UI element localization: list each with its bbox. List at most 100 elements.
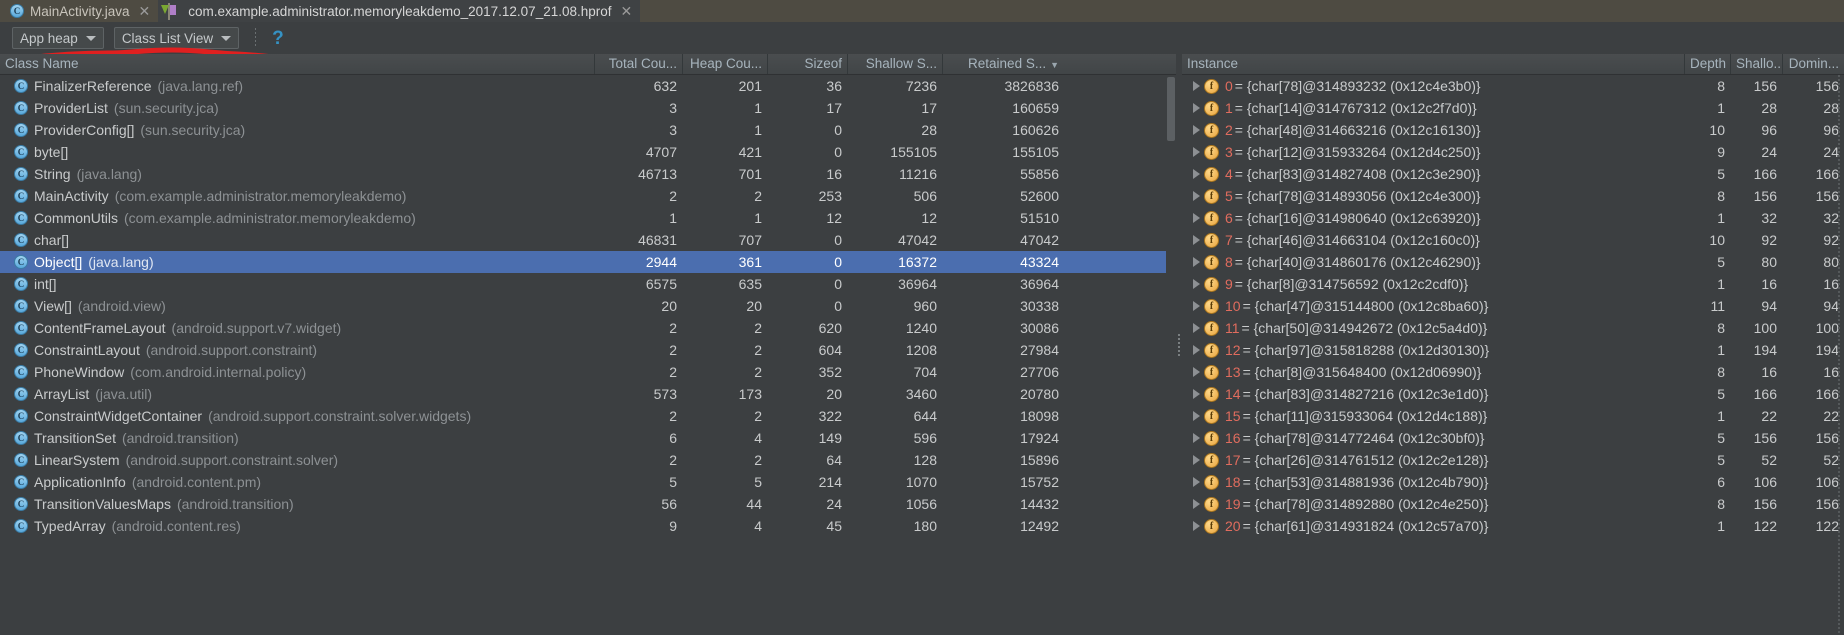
class-table-row[interactable]: C View[] (android.view) 20 20 0 960 30338 bbox=[0, 295, 1176, 317]
class-name-cell: C ConstraintWidgetContainer (android.suppo… bbox=[0, 408, 594, 424]
class-table-row[interactable]: C Object[] (java.lang) 2944 361 0 16372 43324 bbox=[0, 251, 1176, 273]
instance-column-header-instance[interactable]: Instance bbox=[1182, 54, 1684, 74]
editor-tab-hprof[interactable]: com.example.administrator.memoryleakdemo… bbox=[158, 0, 641, 22]
class-table-row[interactable]: C PhoneWindow (com.android.internal.policy… bbox=[0, 361, 1176, 383]
instance-table-row[interactable]: f3 = {char[12]@315933264 (0x12d4c250)} 9 2… bbox=[1182, 141, 1844, 163]
expand-triangle-icon[interactable] bbox=[1188, 125, 1204, 135]
instance-table-row[interactable]: f 14 = {char[83]@314827216 (0x12c3e1d0)} 5… bbox=[1182, 383, 1844, 405]
instance-table-row[interactable]: f1 = {char[14]@314767312 (0x12c2f7d0)} 1 2… bbox=[1182, 97, 1844, 119]
class-table-row[interactable]: Cbyte[] 4707 421 0 155105 155105 bbox=[0, 141, 1176, 163]
instance-table-row[interactable]: f4 = {char[83]@314827408 (0x12c3e290)} 5 1… bbox=[1182, 163, 1844, 185]
instance-table-row[interactable]: f5 = {char[78]@314893056 (0x12c4e300)} 8 1… bbox=[1182, 185, 1844, 207]
expand-triangle-icon[interactable] bbox=[1188, 499, 1204, 509]
class-column-header-class_name[interactable]: Class Name bbox=[0, 54, 594, 74]
class-list-scrollbar[interactable] bbox=[1166, 75, 1176, 635]
class-table-row[interactable]: C ConstraintWidgetContainer (android.suppo… bbox=[0, 405, 1176, 427]
expand-triangle-icon[interactable] bbox=[1188, 147, 1204, 157]
expand-triangle-icon[interactable] bbox=[1188, 257, 1204, 267]
expand-triangle-icon[interactable] bbox=[1188, 389, 1204, 399]
class-table-row[interactable]: C TransitionSet (android.transition) 6 4 149 5… bbox=[0, 427, 1176, 449]
expand-triangle-icon[interactable] bbox=[1188, 477, 1204, 487]
instance-table-row[interactable]: f 16 = {char[78]@314772464 (0x12c30bf0)} 5… bbox=[1182, 427, 1844, 449]
scrollbar-thumb[interactable] bbox=[1167, 77, 1175, 141]
instance-shallow-cell: 52 bbox=[1761, 452, 1777, 468]
instance-table-row[interactable]: f 13 = {char[8]@315648400 (0x12d06990)} 8 1… bbox=[1182, 361, 1844, 383]
class-table-row[interactable]: Cint[] 6575 635 0 36964 36964 bbox=[0, 273, 1176, 295]
close-icon[interactable]: ✕ bbox=[139, 4, 151, 18]
class-table-row[interactable]: C TypedArray (android.content.res) 9 4 45 180 1… bbox=[0, 515, 1176, 537]
instance-index-label: 19 bbox=[1225, 496, 1241, 512]
instance-table-row[interactable]: f8 = {char[40]@314860176 (0x12c46290)} 5 8… bbox=[1182, 251, 1844, 273]
class-table-row[interactable]: C ProviderConfig[] (sun.security.jca) 3 1 0 28… bbox=[0, 119, 1176, 141]
heap-select[interactable]: App heap bbox=[12, 27, 104, 49]
class-table-row[interactable]: C CommonUtils (com.example.administrator.m… bbox=[0, 207, 1176, 229]
instance-table-row[interactable]: f 15 = {char[11]@315933064 (0x12d4c188)} 1… bbox=[1182, 405, 1844, 427]
expand-triangle-icon[interactable] bbox=[1188, 455, 1204, 465]
instance-table-row[interactable]: f 18 = {char[53]@314881936 (0x12c4b790)} 6… bbox=[1182, 471, 1844, 493]
instance-value-label: = {char[97]@315818288 (0x12d30130)} bbox=[1242, 342, 1490, 358]
class-table-row[interactable]: C TransitionValuesMaps (android.transition… bbox=[0, 493, 1176, 515]
toolbar-divider bbox=[255, 28, 257, 48]
instance-table-row[interactable]: f 20 = {char[61]@314931824 (0x12c57a70)} 1… bbox=[1182, 515, 1844, 537]
instance-depth-cell: 1 bbox=[1717, 518, 1725, 534]
class-column-header-heap_count[interactable]: Heap Cou... bbox=[682, 54, 767, 74]
instance-column-header-dominating[interactable]: Domin... bbox=[1782, 54, 1844, 74]
class-column-header-retained_size[interactable]: Retained S... ▼ bbox=[942, 54, 1064, 74]
class-column-header-total_count[interactable]: Total Cou... bbox=[594, 54, 682, 74]
instance-table-row[interactable]: f9 = {char[8]@314756592 (0x12c2cdf0)} 1 16… bbox=[1182, 273, 1844, 295]
instance-table-row[interactable]: f 19 = {char[78]@314892880 (0x12c4e250)} 8… bbox=[1182, 493, 1844, 515]
instance-table-row[interactable]: f 12 = {char[97]@315818288 (0x12d30130)} 1… bbox=[1182, 339, 1844, 361]
expand-triangle-icon[interactable] bbox=[1188, 367, 1204, 377]
java-class-icon: C bbox=[14, 343, 28, 357]
instance-index-label: 17 bbox=[1225, 452, 1241, 468]
expand-triangle-icon[interactable] bbox=[1188, 103, 1204, 113]
class-shallow_size-cell: 596 bbox=[913, 430, 937, 446]
class-shallow_size-cell: 704 bbox=[913, 364, 937, 380]
instance-table-row[interactable]: f6 = {char[16]@314980640 (0x12c63920)} 1 3… bbox=[1182, 207, 1844, 229]
instance-column-header-shallow[interactable]: Shallo... bbox=[1730, 54, 1782, 74]
instance-table-row[interactable]: f 10 = {char[47]@315144800 (0x12c8ba60)} 1… bbox=[1182, 295, 1844, 317]
close-icon[interactable]: ✕ bbox=[621, 4, 633, 18]
class-heap_count-cell: 2 bbox=[754, 320, 762, 336]
expand-triangle-icon[interactable] bbox=[1188, 323, 1204, 333]
instance-table-row[interactable]: f 17 = {char[26]@314761512 (0x12c2e128)} 5… bbox=[1182, 449, 1844, 471]
class-column-header-shallow_size[interactable]: Shallow S... bbox=[847, 54, 942, 74]
instance-table-row[interactable]: f0 = {char[78]@314893232 (0x12c4e3b0)} 8 1… bbox=[1182, 75, 1844, 97]
field-instance-icon: f bbox=[1204, 210, 1219, 226]
expand-triangle-icon[interactable] bbox=[1188, 191, 1204, 201]
instance-dominating-cell: 156 bbox=[1815, 496, 1839, 512]
class-table-row[interactable]: C ContentFrameLayout (android.support.v7.w… bbox=[0, 317, 1176, 339]
class-sizeof-cell: 20 bbox=[826, 386, 842, 402]
class-table-row[interactable]: C FinalizerReference (java.lang.ref) 632 201… bbox=[0, 75, 1176, 97]
class-table-row[interactable]: Cchar[] 46831 707 0 47042 47042 bbox=[0, 229, 1176, 251]
instance-table-row[interactable]: f 11 = {char[50]@314942672 (0x12c5a4d0)} 8… bbox=[1182, 317, 1844, 339]
class-table-row[interactable]: C MainActivity (com.example.administrator.… bbox=[0, 185, 1176, 207]
expand-triangle-icon[interactable] bbox=[1188, 345, 1204, 355]
instance-table-row[interactable]: f2 = {char[48]@314663216 (0x12c16130)} 10… bbox=[1182, 119, 1844, 141]
expand-triangle-icon[interactable] bbox=[1188, 301, 1204, 311]
expand-triangle-icon[interactable] bbox=[1188, 235, 1204, 245]
class-table-row[interactable]: C ProviderList (sun.security.jca) 3 1 17 17 160… bbox=[0, 97, 1176, 119]
expand-triangle-icon[interactable] bbox=[1188, 433, 1204, 443]
expand-triangle-icon[interactable] bbox=[1188, 213, 1204, 223]
expand-triangle-icon[interactable] bbox=[1188, 169, 1204, 179]
expand-triangle-icon[interactable] bbox=[1188, 411, 1204, 421]
class-retained_size-cell: 51510 bbox=[1020, 210, 1059, 226]
class-table-row[interactable]: C ApplicationInfo (android.content.pm) 5 5 21… bbox=[0, 471, 1176, 493]
instance-column-header-depth[interactable]: Depth bbox=[1684, 54, 1730, 74]
class-column-header-sizeof[interactable]: Sizeof bbox=[767, 54, 847, 74]
class-table-row[interactable]: C ConstraintLayout (android.support.constr… bbox=[0, 339, 1176, 361]
editor-tab-mainactivity[interactable]: C MainActivity.java ✕ bbox=[0, 0, 159, 22]
help-icon[interactable]: ? bbox=[272, 29, 284, 48]
expand-triangle-icon[interactable] bbox=[1188, 279, 1204, 289]
instance-list-scrollbar[interactable] bbox=[1837, 75, 1841, 635]
instance-dominating-cell: 166 bbox=[1815, 166, 1839, 182]
class-table-row[interactable]: C LinearSystem (android.support.constraint… bbox=[0, 449, 1176, 471]
expand-triangle-icon[interactable] bbox=[1188, 81, 1204, 91]
class-table-row[interactable]: C String (java.lang) 46713 701 16 11216 55856 bbox=[0, 163, 1176, 185]
expand-triangle-icon[interactable] bbox=[1188, 521, 1204, 531]
class-package-label: (com.example.administrator.memoryleakdem… bbox=[114, 188, 407, 204]
view-select[interactable]: Class List View bbox=[113, 27, 240, 49]
instance-table-row[interactable]: f7 = {char[46]@314663104 (0x12c160c0)} 10… bbox=[1182, 229, 1844, 251]
class-table-row[interactable]: C ArrayList (java.util) 573 173 20 3460 20780 bbox=[0, 383, 1176, 405]
